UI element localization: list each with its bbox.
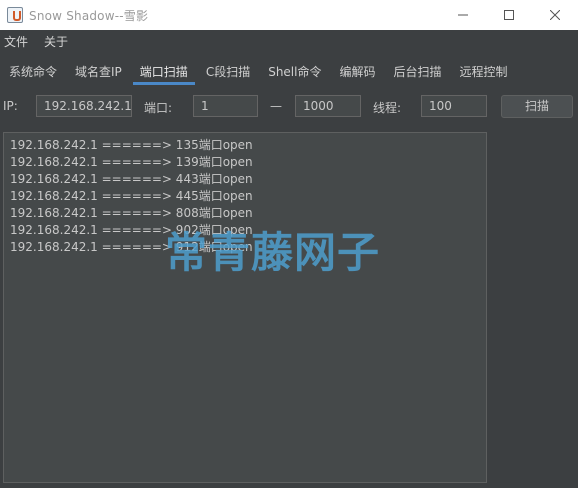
range-dash: — (270, 99, 282, 113)
tab-shell-command[interactable]: Shell命令 (259, 55, 330, 89)
maximize-button[interactable] (486, 0, 532, 30)
output-line: 192.168.242.1 ======> 445端口open (10, 189, 253, 203)
port-label: 端口: (144, 101, 173, 115)
output-line: 192.168.242.1 ======> 902端口open (10, 223, 253, 237)
tab-encode-decode[interactable]: 编解码 (330, 55, 384, 89)
output-line: 192.168.242.1 ======> 912端口open (10, 240, 253, 254)
minimize-button[interactable] (440, 0, 486, 30)
tab-admin-scan[interactable]: 后台扫描 (385, 55, 451, 89)
scan-output[interactable]: 192.168.242.1 ======> 135端口open 192.168.… (3, 132, 487, 483)
output-line: 192.168.242.1 ======> 443端口open (10, 172, 253, 186)
window-title: Snow Shadow--雪影 (29, 8, 149, 23)
ip-label: IP: (3, 99, 18, 113)
scan-controls: IP: 192.168.242.1 端口: 1 — 1000 线程: 100 扫… (0, 94, 578, 120)
tab-port-scan[interactable]: 端口扫描 (131, 55, 197, 89)
tab-c-segment-scan[interactable]: C段扫描 (197, 55, 259, 89)
tab-remote-control[interactable]: 远程控制 (451, 55, 517, 89)
close-button[interactable] (532, 0, 578, 30)
menu-bar: 文件 关于 (0, 30, 578, 52)
tab-domain-lookup[interactable]: 域名查IP (66, 55, 131, 89)
output-line: 192.168.242.1 ======> 135端口open (10, 138, 253, 152)
tab-bar: 系统命令 域名查IP 端口扫描 C段扫描 Shell命令 编解码 后台扫描 远程… (0, 55, 578, 89)
thread-label: 线程: (373, 101, 402, 115)
ip-input[interactable]: 192.168.242.1 (36, 95, 132, 117)
java-app-icon (7, 7, 23, 23)
tab-system-command[interactable]: 系统命令 (0, 55, 66, 89)
title-bar: Snow Shadow--雪影 (0, 0, 578, 30)
menu-about[interactable]: 关于 (40, 33, 74, 50)
output-line: 192.168.242.1 ======> 139端口open (10, 155, 253, 169)
maximize-icon (504, 10, 514, 20)
menu-file[interactable]: 文件 (0, 33, 34, 50)
close-icon (550, 10, 560, 20)
port-start-input[interactable]: 1 (193, 95, 258, 117)
window-controls (440, 0, 578, 30)
minimize-icon (458, 14, 468, 16)
output-line: 192.168.242.1 ======> 808端口open (10, 206, 253, 220)
port-end-input[interactable]: 1000 (295, 95, 361, 117)
thread-input[interactable]: 100 (421, 95, 487, 117)
scan-button[interactable]: 扫描 (501, 95, 573, 118)
